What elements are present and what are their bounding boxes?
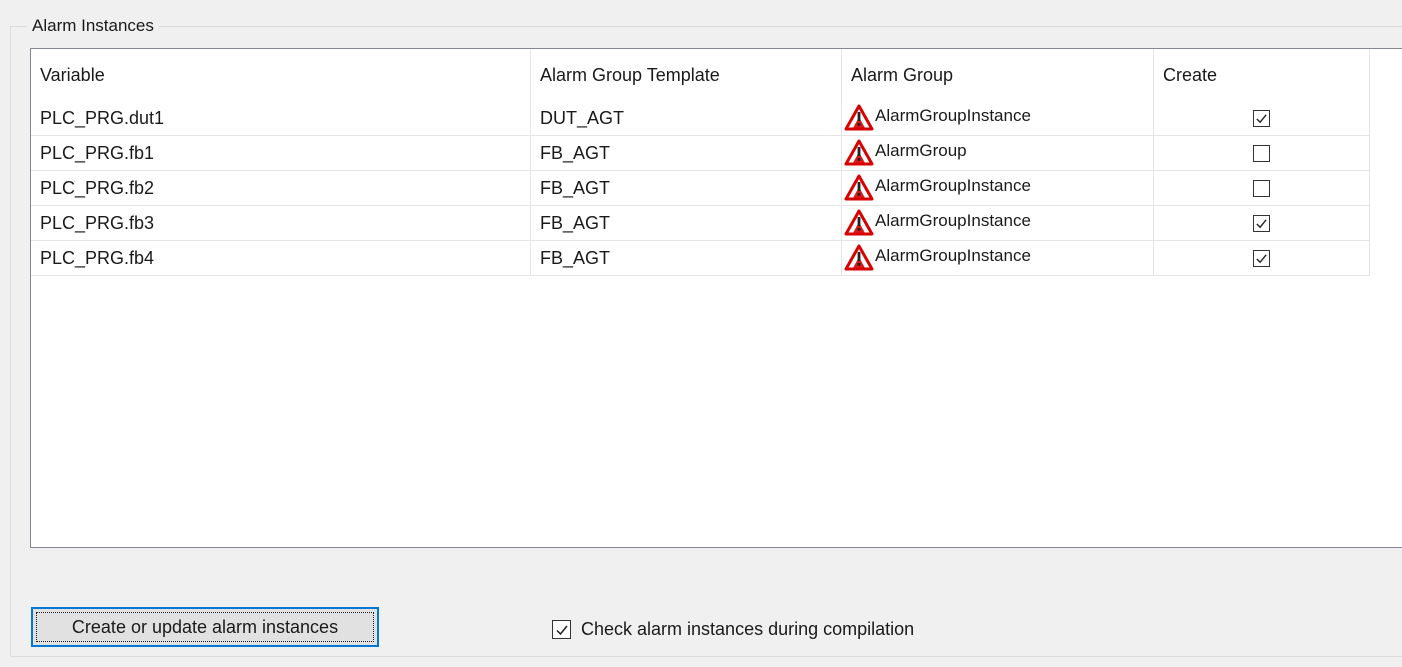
variable-cell: PLC_PRG.dut1 (31, 101, 531, 135)
table-row[interactable]: PLC_PRG.dut1 DUT_AGT AlarmGroupInstance (31, 101, 1370, 136)
check-during-compilation-label: Check alarm instances during compilation (581, 619, 915, 639)
alarm-instances-list[interactable]: Variable Alarm Group Template Alarm Grou… (30, 48, 1402, 548)
alarm-group-name: AlarmGroupInstance (875, 211, 1031, 230)
alarm-group-name: AlarmGroupInstance (875, 106, 1031, 125)
table-header: Variable Alarm Group Template Alarm Grou… (31, 49, 1370, 101)
create-update-label: Create or update alarm instances (71, 616, 339, 637)
template-cell: FB_AGT (531, 171, 842, 205)
variable-cell: PLC_PRG.fb2 (31, 171, 531, 205)
column-header-create[interactable]: Create (1154, 49, 1370, 101)
create-cell (1154, 101, 1370, 135)
create-cell (1154, 206, 1370, 240)
alarm-group-cell[interactable]: AlarmGroupInstance (842, 241, 1154, 275)
create-cell (1154, 241, 1370, 275)
create-cell (1154, 136, 1370, 170)
column-header-template[interactable]: Alarm Group Template (531, 49, 842, 101)
create-cell (1154, 171, 1370, 205)
create-update-button[interactable]: Create or update alarm instances (31, 607, 379, 647)
template-cell: FB_AGT (531, 206, 842, 240)
create-checkbox[interactable] (1253, 109, 1270, 127)
template-cell: DUT_AGT (531, 101, 842, 135)
alarm-group-cell[interactable]: AlarmGroupInstance (842, 171, 1154, 205)
warning-icon (844, 174, 874, 202)
alarm-group-cell[interactable]: AlarmGroup (842, 136, 1154, 170)
table-row[interactable]: PLC_PRG.fb2 FB_AGT AlarmGroupInstance (31, 171, 1370, 206)
table-row[interactable]: PLC_PRG.fb3 FB_AGT AlarmGroupInstance (31, 206, 1370, 241)
warning-icon (844, 139, 874, 167)
group-title: Alarm Instances (27, 15, 159, 37)
warning-icon (844, 104, 874, 132)
create-checkbox[interactable] (1253, 214, 1270, 232)
check-during-compilation-option[interactable]: Check alarm instances during compilation (552, 619, 914, 640)
column-header-variable[interactable]: Variable (31, 49, 531, 101)
alarm-group-name: AlarmGroup (875, 141, 967, 160)
variable-cell: PLC_PRG.fb1 (31, 136, 531, 170)
check-during-compilation-checkbox[interactable] (552, 620, 571, 639)
template-cell: FB_AGT (531, 136, 842, 170)
table-row[interactable]: PLC_PRG.fb4 FB_AGT AlarmGroupInstance (31, 241, 1370, 276)
variable-cell: PLC_PRG.fb4 (31, 241, 531, 275)
variable-cell: PLC_PRG.fb3 (31, 206, 531, 240)
alarm-group-cell[interactable]: AlarmGroupInstance (842, 206, 1154, 240)
table-row[interactable]: PLC_PRG.fb1 FB_AGT AlarmGroup (31, 136, 1370, 171)
create-checkbox[interactable] (1253, 144, 1270, 162)
column-header-alarm-group[interactable]: Alarm Group (842, 49, 1154, 101)
alarm-group-name: AlarmGroupInstance (875, 246, 1031, 265)
alarm-group-name: AlarmGroupInstance (875, 176, 1031, 195)
warning-icon (844, 244, 874, 272)
template-cell: FB_AGT (531, 241, 842, 275)
warning-icon (844, 209, 874, 237)
create-checkbox[interactable] (1253, 179, 1270, 197)
alarm-group-cell[interactable]: AlarmGroupInstance (842, 101, 1154, 135)
create-checkbox[interactable] (1253, 249, 1270, 267)
